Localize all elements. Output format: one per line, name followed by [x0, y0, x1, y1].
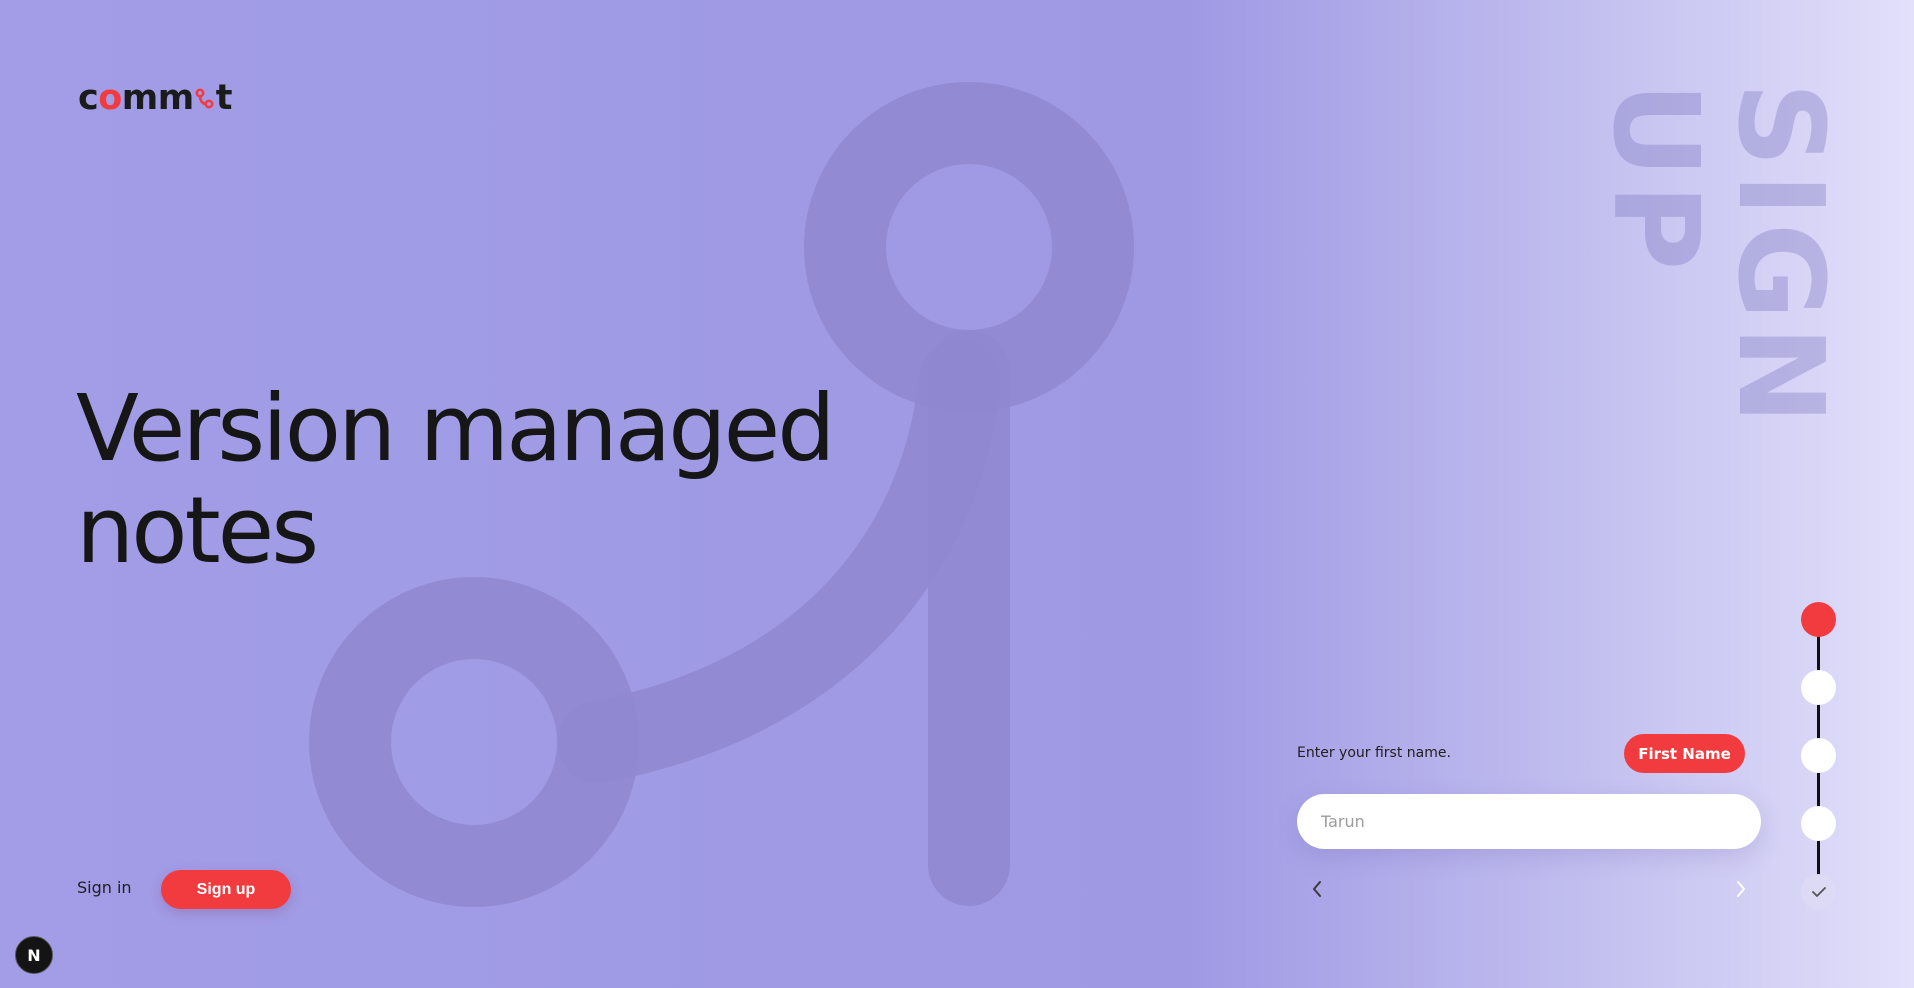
- step-3-dot[interactable]: [1801, 738, 1836, 773]
- sign-in-link[interactable]: Sign in: [77, 878, 132, 897]
- chevron-left-icon: [1313, 881, 1321, 897]
- field-prompt: Enter your first name.: [1297, 745, 1451, 761]
- first-name-input[interactable]: [1297, 794, 1761, 849]
- side-title-up: UP: [1587, 82, 1725, 277]
- hero-line-1: Version managed: [76, 375, 836, 482]
- dev-tools-badge[interactable]: N: [15, 936, 53, 974]
- branch-glyph-icon: [195, 88, 214, 109]
- logo-text-o: o: [98, 78, 122, 118]
- logo-text-c: c: [78, 78, 99, 118]
- logo-text-t: t: [215, 78, 233, 118]
- field-name-badge: First Name: [1624, 734, 1745, 773]
- side-title-sign: SIGN: [1712, 82, 1850, 431]
- chevron-right-icon: [1737, 881, 1745, 897]
- sign-up-button[interactable]: Sign up: [161, 870, 291, 909]
- dev-badge-letter: N: [27, 945, 41, 965]
- hero-line-2: notes: [76, 477, 319, 584]
- previous-step-button[interactable]: [1304, 873, 1330, 905]
- hero-headline: Version managed notes: [76, 375, 836, 584]
- next-step-button[interactable]: [1728, 873, 1754, 905]
- step-1-dot[interactable]: [1801, 602, 1836, 637]
- step-2-dot[interactable]: [1801, 670, 1836, 705]
- step-5-dot[interactable]: [1801, 874, 1836, 909]
- check-icon: [1811, 886, 1826, 897]
- step-4-dot[interactable]: [1801, 806, 1836, 841]
- logo-text-mm: mm: [121, 78, 194, 118]
- commit-logo[interactable]: c o mm t: [78, 78, 232, 118]
